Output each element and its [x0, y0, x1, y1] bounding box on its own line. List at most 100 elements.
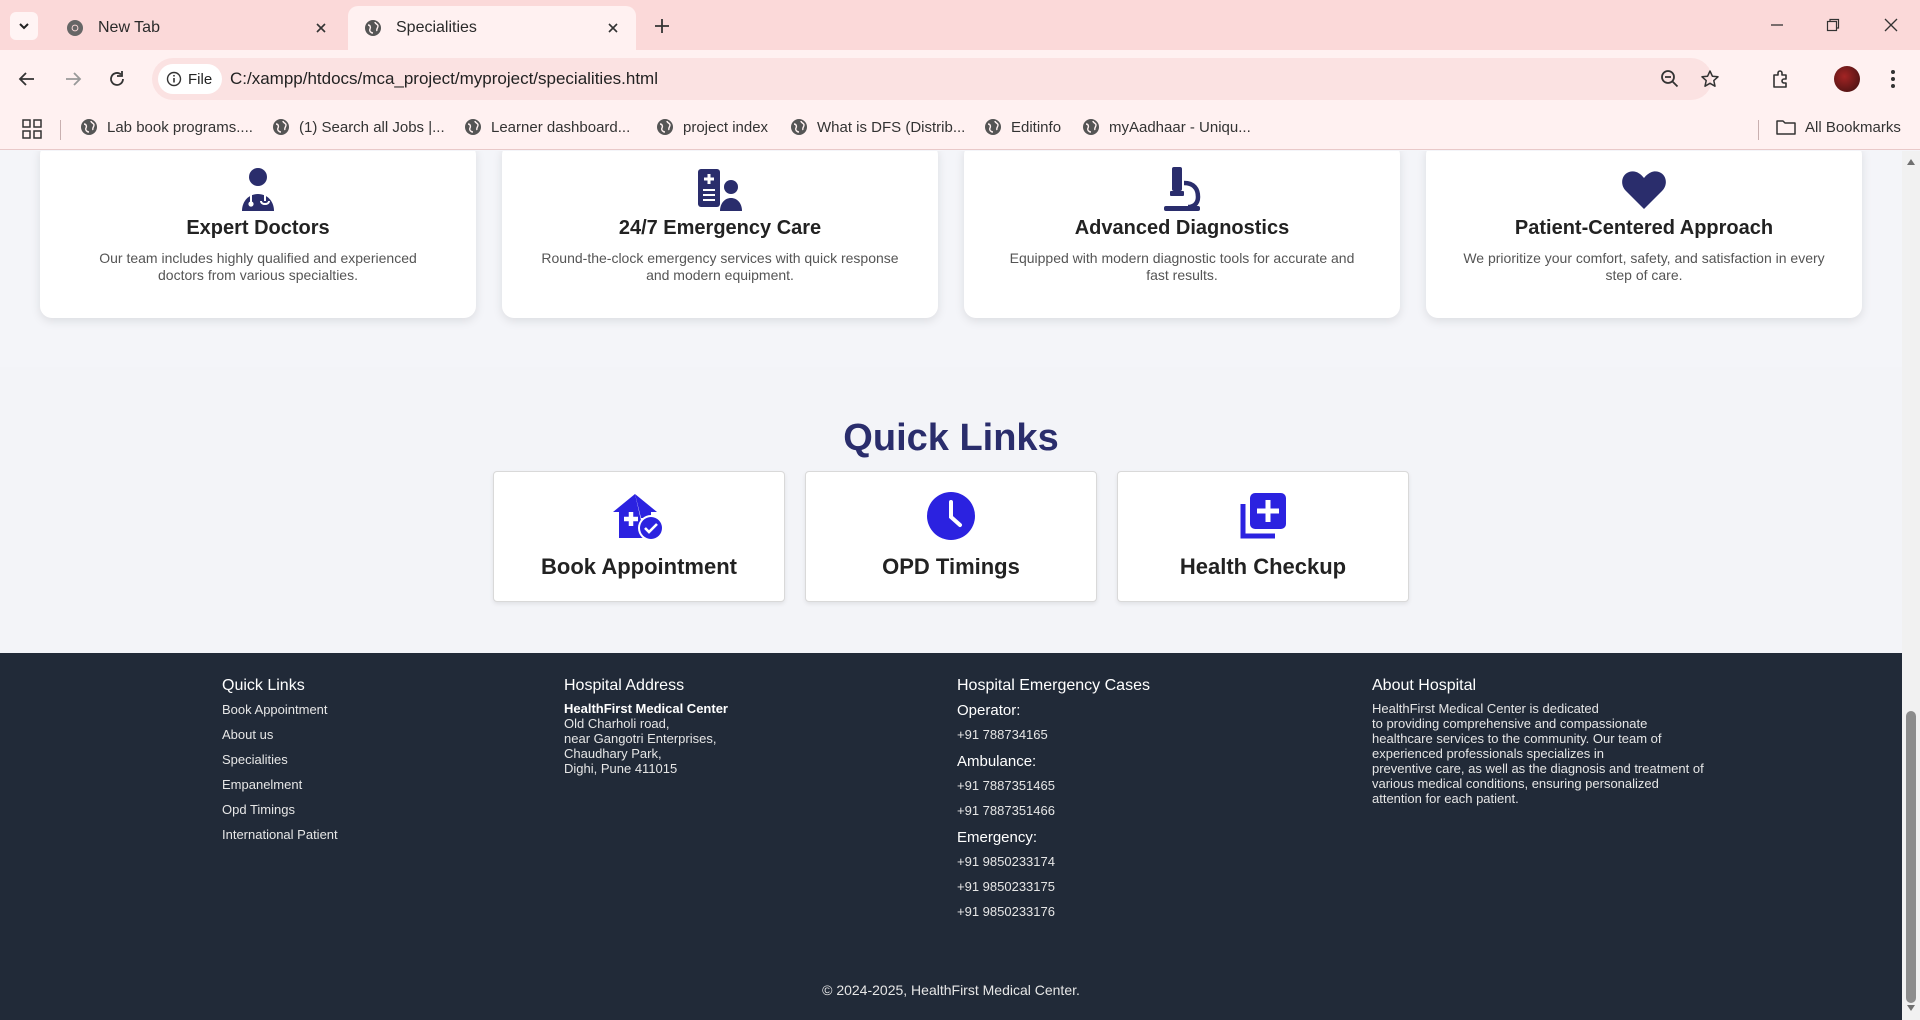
- star-icon: [1701, 70, 1719, 87]
- chip-label: File: [188, 70, 213, 88]
- divider: [60, 120, 61, 140]
- about-line: experienced professionals specializes in: [1372, 746, 1604, 761]
- footer-emergency: Hospital Emergency Cases Operator: +91 7…: [957, 677, 1150, 927]
- reload-icon: [110, 71, 124, 86]
- address-bar[interactable]: File C:/xampp/htdocs/mca_project/myproje…: [152, 58, 1719, 100]
- scroll-thumb[interactable]: [1906, 711, 1916, 1003]
- doctor-icon: [242, 168, 274, 211]
- footer-link[interactable]: Empanelment: [222, 776, 338, 801]
- scroll-up-icon[interactable]: [1906, 157, 1916, 167]
- bookmark-item[interactable]: myAadhaar - Uniqu...: [1082, 118, 1251, 136]
- kebab-menu-icon: [1891, 70, 1895, 88]
- emergency-label: Emergency:: [957, 829, 1038, 846]
- copyright: © 2024-2025, HealthFirst Medical Center.: [822, 982, 1080, 998]
- about-line: HealthFirst Medical Center is dedicated: [1372, 701, 1599, 716]
- forward-button[interactable]: [58, 64, 88, 94]
- close-icon: [1884, 18, 1898, 32]
- plus-icon: [655, 19, 669, 33]
- globe-icon: [465, 119, 481, 135]
- globe-icon: [1083, 119, 1099, 135]
- phone-number: +91 7887351465: [957, 778, 1055, 793]
- arrow-right-icon: [66, 72, 82, 86]
- medical-copy-icon: [1240, 493, 1286, 539]
- restore-icon: [1826, 18, 1840, 32]
- zoom-button[interactable]: [1658, 67, 1682, 91]
- bookmark-star-button[interactable]: [1698, 67, 1722, 91]
- about-text: HealthFirst Medical Center is dedicated …: [1372, 701, 1732, 806]
- reload-button[interactable]: [102, 64, 132, 94]
- feature-card: 24/7 Emergency Care Round-the-clock emer…: [502, 151, 938, 318]
- card-label: OPD Timings: [882, 554, 1020, 579]
- feature-title: Advanced Diagnostics: [1074, 217, 1290, 239]
- address-line: near Gangotri Enterprises,: [564, 731, 717, 746]
- divider: [1758, 120, 1759, 140]
- footer-link[interactable]: Opd Timings: [222, 801, 338, 826]
- close-window-button[interactable]: [1876, 10, 1906, 40]
- new-tab-button[interactable]: [650, 14, 674, 38]
- extensions-button[interactable]: [1766, 64, 1796, 94]
- hospital-name: HealthFirst Medical Center: [564, 701, 728, 716]
- globe-icon: [365, 20, 381, 36]
- menu-button[interactable]: [1878, 64, 1908, 94]
- feature-text: We prioritize your comfort, safety, and …: [1463, 250, 1825, 283]
- bookmark-item[interactable]: Lab book programs....: [80, 118, 253, 136]
- site-info-chip[interactable]: File: [158, 64, 223, 94]
- bookmark-item[interactable]: Editinfo: [984, 118, 1061, 136]
- bookmark-item[interactable]: What is DFS (Distrib...: [790, 118, 965, 136]
- feature-title: 24/7 Emergency Care: [618, 217, 822, 239]
- puzzle-icon: [1773, 70, 1787, 88]
- bookmark-label: Learner dashboard...: [491, 118, 631, 136]
- address-block: HealthFirst Medical Center Old Charholi …: [564, 701, 728, 776]
- close-tab-icon[interactable]: [312, 19, 330, 37]
- bookmark-item[interactable]: project index: [656, 118, 768, 136]
- chevron-down-icon: [19, 23, 29, 30]
- health-checkup-card[interactable]: Health Checkup: [1117, 471, 1409, 602]
- phone-number: +91 788734165: [957, 727, 1048, 742]
- footer-quick-links: Quick Links Book Appointment About us Sp…: [222, 677, 338, 851]
- footer-link[interactable]: International Patient: [222, 826, 338, 851]
- tab-search-button[interactable]: [10, 12, 38, 40]
- card-label: Book Appointment: [541, 554, 737, 579]
- profile-button[interactable]: [1832, 64, 1862, 94]
- page-scrollbar[interactable]: [1902, 151, 1920, 1020]
- url-text[interactable]: C:/xampp/htdocs/mca_project/myproject/sp…: [230, 69, 658, 89]
- tab-new-tab[interactable]: New Tab: [50, 6, 344, 50]
- restore-button[interactable]: [1818, 10, 1848, 40]
- footer-address: Hospital Address HealthFirst Medical Cen…: [564, 677, 728, 776]
- house-medical-check-icon: [613, 494, 664, 541]
- bookmark-label: project index: [683, 118, 769, 136]
- tab-specialities[interactable]: Specialities: [348, 6, 636, 50]
- footer-heading: Quick Links: [222, 677, 305, 694]
- feature-title: Expert Doctors: [186, 217, 330, 239]
- tab-strip: New Tab Specialities: [0, 0, 1920, 50]
- scroll-down-icon[interactable]: [1906, 1003, 1916, 1013]
- footer-link[interactable]: Book Appointment: [222, 701, 338, 726]
- page-viewport: Expert Doctors Our team includes highly …: [0, 151, 1902, 1020]
- apps-button[interactable]: [22, 119, 42, 139]
- chrome-icon: [67, 20, 83, 36]
- feature-card: Patient-Centered Approach We prioritize …: [1426, 151, 1862, 318]
- bookmark-item[interactable]: Learner dashboard...: [464, 118, 630, 136]
- microscope-icon: [1164, 167, 1201, 211]
- book-appointment-card[interactable]: Book Appointment: [493, 471, 785, 602]
- all-bookmarks-button[interactable]: All Bookmarks: [1776, 118, 1901, 136]
- footer-link[interactable]: Specialities: [222, 751, 338, 776]
- about-line: to providing comprehensive and compassio…: [1372, 716, 1648, 731]
- feature-card: Expert Doctors Our team includes highly …: [40, 151, 476, 318]
- bookmark-label: Lab book programs....: [107, 118, 253, 136]
- close-tab-icon[interactable]: [604, 19, 622, 37]
- arrow-left-icon: [18, 72, 34, 86]
- tab-title: Specialities: [396, 19, 477, 36]
- minimize-button[interactable]: [1762, 10, 1792, 40]
- back-button[interactable]: [12, 64, 42, 94]
- avatar: [1834, 66, 1860, 92]
- site-footer: Quick Links Book Appointment About us Sp…: [0, 653, 1902, 1020]
- footer-link[interactable]: About us: [222, 726, 338, 751]
- zoom-out-icon: [1661, 70, 1679, 88]
- clock-icon: [927, 492, 975, 540]
- opd-timings-card[interactable]: OPD Timings: [805, 471, 1097, 602]
- bookmark-label: myAadhaar - Uniqu...: [1109, 118, 1251, 136]
- info-icon: [166, 71, 182, 87]
- bookmark-item[interactable]: (1) Search all Jobs |...: [272, 118, 445, 136]
- footer-heading: Hospital Address: [564, 677, 685, 694]
